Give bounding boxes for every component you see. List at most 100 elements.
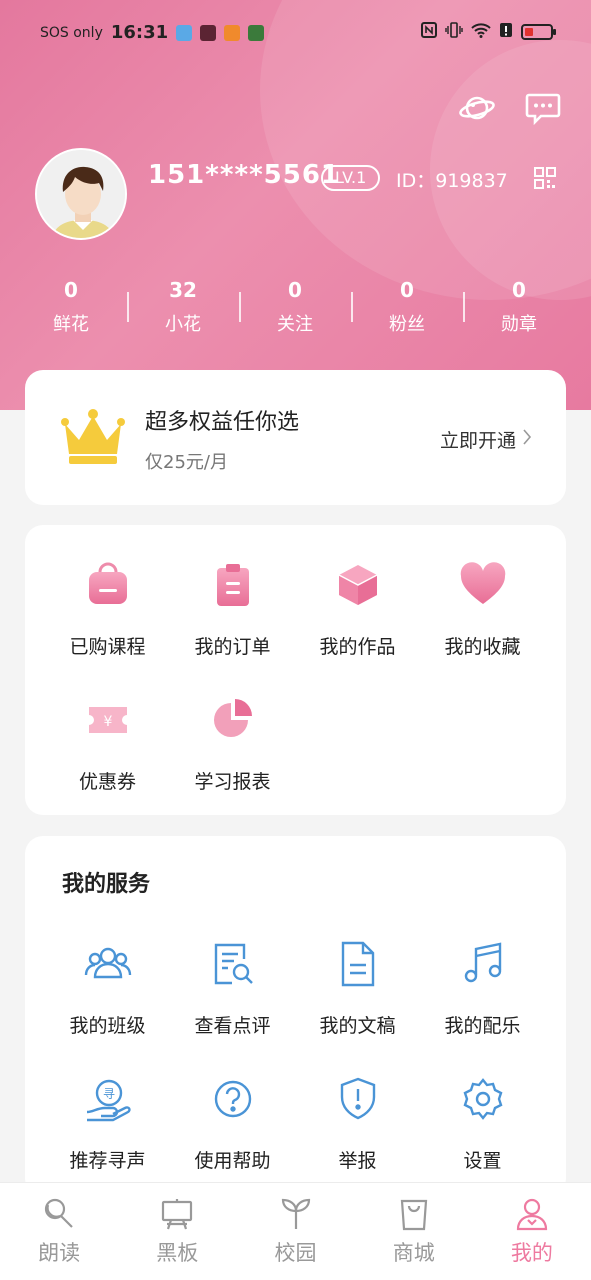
notification-app-icon (224, 24, 241, 41)
tab-label: 校园 (274, 1241, 317, 1265)
vip-activate-label: 立即开通 (439, 430, 516, 452)
menu-my-orders[interactable]: 我的订单 (170, 560, 295, 695)
music-icon (458, 939, 508, 989)
document-icon (333, 939, 383, 989)
blackboard-icon (160, 1197, 194, 1231)
stat-small-flowers[interactable]: 32 小花 (127, 278, 239, 336)
stats-row: 0 鲜花 32 小花 0 关注 0 粉丝 0 勋章 (15, 278, 575, 336)
menu-my-works[interactable]: 我的作品 (295, 560, 420, 695)
person-icon (515, 1197, 549, 1231)
vip-price: 仅25元/月 (145, 452, 228, 473)
nfc-icon (421, 22, 437, 42)
report-icon (333, 1074, 383, 1124)
stat-medals[interactable]: 0 勋章 (463, 278, 575, 336)
stat-value: 0 (288, 278, 302, 302)
stat-label: 鲜花 (53, 314, 89, 335)
menu-label: 学习报表 (194, 771, 271, 793)
vip-activate-button[interactable]: 立即开通 (440, 426, 532, 453)
bottom-tab-bar: 朗读 黑板 校园 商城 我的 (0, 1182, 591, 1280)
service-label: 我的班级 (69, 1015, 146, 1037)
stat-label: 小花 (165, 314, 201, 335)
group-icon (83, 939, 133, 989)
chevron-right-icon (522, 428, 532, 451)
clock: 16:31 (110, 22, 169, 43)
menu-label: 我的订单 (194, 636, 271, 658)
service-label: 我的配乐 (444, 1015, 521, 1037)
sprout-icon (279, 1197, 313, 1231)
microphone-icon (42, 1197, 76, 1231)
menu-study-report[interactable]: 学习报表 (170, 695, 295, 830)
tab-label: 我的 (510, 1241, 553, 1265)
tab-label: 朗读 (38, 1241, 81, 1265)
stat-label: 粉丝 (389, 314, 425, 335)
service-my-music[interactable]: 我的配乐 (420, 939, 545, 1074)
stat-following[interactable]: 0 关注 (239, 278, 351, 336)
stat-fans[interactable]: 0 粉丝 (351, 278, 463, 336)
menu-label: 我的作品 (319, 636, 396, 658)
stat-label: 关注 (277, 314, 313, 335)
planet-icon[interactable] (459, 90, 495, 126)
stat-value: 0 (64, 278, 78, 302)
svg-text:寻: 寻 (102, 1087, 114, 1101)
service-label: 我的文稿 (319, 1015, 396, 1037)
tab-me[interactable]: 我的 (473, 1183, 591, 1280)
stat-value: 32 (169, 278, 197, 302)
menu-label: 优惠券 (78, 771, 136, 793)
stat-flowers[interactable]: 0 鲜花 (15, 278, 127, 336)
services-panel: 我的服务 我的班级 查看点评 我的文稿 我的配乐 寻 推荐寻声 使用帮助 举报 … (25, 836, 566, 1196)
battery-icon (521, 24, 556, 40)
service-label: 推荐寻声 (69, 1150, 146, 1172)
tab-campus[interactable]: 校园 (236, 1183, 354, 1280)
service-view-reviews[interactable]: 查看点评 (170, 939, 295, 1074)
menu-purchased-courses[interactable]: 已购课程 (45, 560, 170, 695)
carrier-text: SOS only (40, 24, 103, 41)
level-badge[interactable]: LV.1 (321, 165, 381, 191)
user-phone: 151****5561 (148, 160, 341, 190)
review-icon (208, 939, 258, 989)
tab-blackboard[interactable]: 黑板 (118, 1183, 236, 1280)
avatar[interactable] (35, 148, 127, 240)
heart-icon (458, 560, 508, 610)
tab-label: 黑板 (156, 1241, 199, 1265)
vip-card[interactable]: 超多权益任你选 仅25元/月 立即开通 (25, 370, 566, 505)
recommend-icon: 寻 (83, 1074, 133, 1124)
stat-value: 0 (512, 278, 526, 302)
notification-app-icon (176, 24, 193, 41)
tab-store[interactable]: 商城 (355, 1183, 473, 1280)
service-my-manuscripts[interactable]: 我的文稿 (295, 939, 420, 1074)
vip-title: 超多权益任你选 (145, 410, 300, 435)
upload-icon (200, 24, 217, 41)
service-label: 设置 (463, 1150, 502, 1172)
settings-icon (458, 1074, 508, 1124)
service-label: 查看点评 (194, 1015, 271, 1037)
service-label: 使用帮助 (194, 1150, 271, 1172)
menu-my-favorites[interactable]: 我的收藏 (420, 560, 545, 695)
shopping-bag-icon (397, 1197, 431, 1231)
message-icon[interactable] (525, 90, 561, 126)
pie-chart-icon (208, 695, 258, 745)
alert-icon (499, 22, 513, 42)
user-id: ID：919837 (396, 170, 508, 192)
tab-label: 商城 (392, 1241, 435, 1265)
vibrate-icon (445, 22, 463, 42)
status-bar: SOS only 16:31 (0, 0, 591, 66)
menu-label: 我的收藏 (444, 636, 521, 658)
qr-code-icon[interactable] (533, 166, 557, 190)
wifi-icon (471, 22, 491, 42)
quick-menu-panel: 已购课程 我的订单 我的作品 我的收藏 ¥ 优惠券 学习报表 (25, 525, 566, 815)
box-icon (333, 560, 383, 610)
stat-label: 勋章 (501, 314, 537, 335)
service-label: 举报 (338, 1150, 377, 1172)
svg-text:¥: ¥ (103, 714, 112, 730)
service-my-class[interactable]: 我的班级 (45, 939, 170, 1074)
menu-label: 已购课程 (69, 636, 146, 658)
stat-value: 0 (400, 278, 414, 302)
coupon-icon: ¥ (83, 695, 133, 745)
help-icon (208, 1074, 258, 1124)
crown-icon (61, 408, 125, 466)
menu-coupons[interactable]: ¥ 优惠券 (45, 695, 170, 830)
clipboard-icon (208, 560, 258, 610)
tab-read[interactable]: 朗读 (0, 1183, 118, 1280)
services-title: 我的服务 (62, 872, 151, 897)
notification-app-icon (248, 24, 265, 41)
